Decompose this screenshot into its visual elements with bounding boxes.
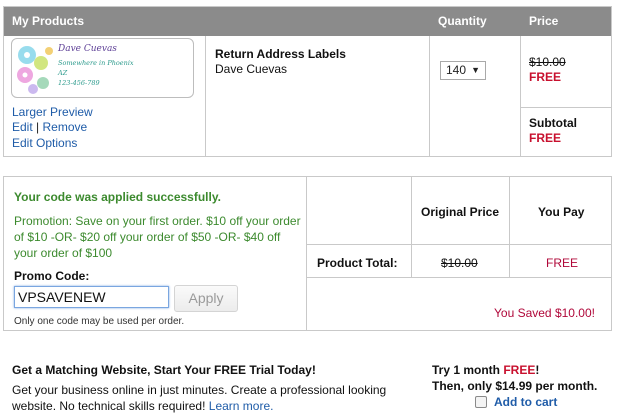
remove-link[interactable]: Remove xyxy=(43,120,88,134)
thumbnail-line: 123-456-789 xyxy=(58,79,100,87)
trial-price: Then, only $14.99 per month. xyxy=(432,379,598,393)
trial-free: FREE xyxy=(503,363,536,377)
promo-divider xyxy=(306,244,612,245)
column-divider xyxy=(205,36,206,157)
thumbnail-line: Somewhere in Phoenix xyxy=(58,59,134,67)
original-price-header: Original Price xyxy=(421,205,500,219)
thumbnail-line: AZ xyxy=(58,69,68,77)
apply-button[interactable]: Apply xyxy=(174,285,238,312)
quantity-header-label: Quantity xyxy=(438,14,487,28)
edit-options-link[interactable]: Edit Options xyxy=(12,136,77,150)
savings-message: You Saved $10.00! xyxy=(494,306,595,320)
subtotal-value: FREE xyxy=(529,131,562,145)
upsell-description: Get your business online in just minutes… xyxy=(12,382,412,414)
promo-divider xyxy=(306,177,307,330)
promo-note: Only one code may be used per order. xyxy=(14,316,185,327)
link-separator: | xyxy=(36,120,40,134)
promo-divider xyxy=(411,177,412,277)
customer-name: Dave Cuevas xyxy=(215,62,288,76)
quantity-value: 140 xyxy=(446,63,467,77)
original-total: $10.00 xyxy=(441,256,478,270)
add-to-cart-checkbox[interactable] xyxy=(475,396,487,408)
column-divider xyxy=(520,36,521,157)
larger-preview-link[interactable]: Larger Preview xyxy=(12,105,93,119)
products-header-label: My Products xyxy=(12,14,85,28)
promo-description: Promotion: Save on your first order. $10… xyxy=(14,214,301,260)
products-header: My Products Quantity Price xyxy=(4,7,611,36)
upsell-description-text: Get your business online in just minutes… xyxy=(12,383,387,413)
item-price: FREE xyxy=(529,70,562,84)
quantity-select[interactable]: 140 ▼ xyxy=(440,61,486,80)
you-pay-header: You Pay xyxy=(538,205,585,219)
trial-offer: Try 1 month FREE! xyxy=(432,363,539,377)
original-price: $10.00 xyxy=(529,55,566,69)
edit-link[interactable]: Edit xyxy=(12,120,33,134)
promo-code-label: Promo Code: xyxy=(14,269,90,283)
product-thumbnail[interactable]: Dave Cuevas Somewhere in Phoenix AZ 123-… xyxy=(11,38,194,98)
column-divider xyxy=(429,36,430,157)
subtotal-divider xyxy=(520,107,611,108)
price-header-label: Price xyxy=(529,14,559,28)
promo-code-input[interactable] xyxy=(14,286,169,308)
you-pay-total: FREE xyxy=(546,256,579,270)
learn-more-link[interactable]: Learn more. xyxy=(209,399,274,413)
product-name: Return Address Labels xyxy=(215,47,346,61)
promo-divider xyxy=(509,177,510,277)
product-total-label: Product Total: xyxy=(317,256,398,270)
thumbnail-name: Dave Cuevas xyxy=(58,44,117,54)
trial-prefix: Try 1 month xyxy=(432,363,504,377)
promo-success-message: Your code was applied successfully. xyxy=(14,190,221,204)
chevron-down-icon: ▼ xyxy=(471,65,480,75)
upsell-title: Get a Matching Website, Start Your FREE … xyxy=(12,363,316,377)
add-to-cart-label[interactable]: Add to cart xyxy=(494,395,557,409)
promo-divider xyxy=(306,277,612,278)
trial-suffix: ! xyxy=(535,363,540,377)
subtotal-label: Subtotal xyxy=(529,116,577,130)
edit-remove-links: Edit | Remove xyxy=(12,120,87,134)
flower-graphic xyxy=(17,46,53,94)
